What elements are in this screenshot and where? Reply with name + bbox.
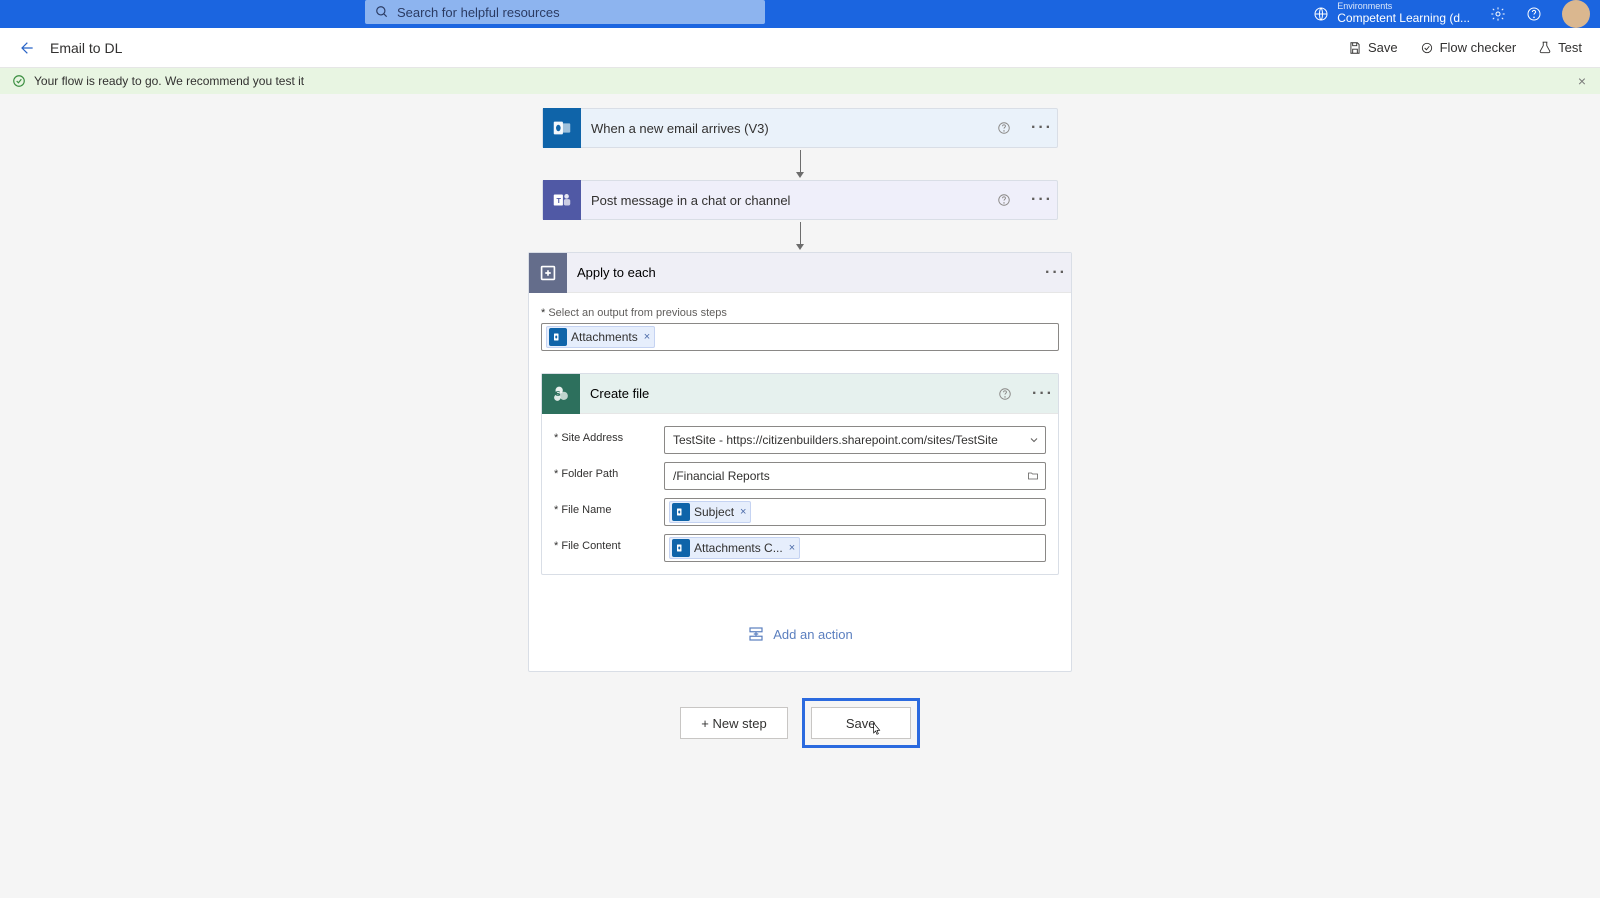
apply-to-each-container: Apply to each ··· * Select an output fro… <box>528 252 1072 672</box>
loop-icon <box>529 253 567 293</box>
trigger-step[interactable]: When a new email arrives (V3) ··· <box>542 108 1058 148</box>
outlook-icon <box>672 503 690 521</box>
status-banner: Your flow is ready to go. We recommend y… <box>0 68 1600 94</box>
chevron-down-icon[interactable] <box>1028 434 1040 446</box>
apply-header[interactable]: Apply to each ··· <box>529 253 1071 293</box>
add-action-button[interactable]: Add an action <box>541 625 1059 643</box>
step-menu-icon[interactable]: ··· <box>1027 191 1057 209</box>
create-file-action: S Create file ··· * Site Address <box>541 373 1059 575</box>
step-menu-icon[interactable]: ··· <box>1041 264 1071 282</box>
trigger-label: When a new email arrives (V3) <box>581 121 997 136</box>
test-icon <box>1538 41 1552 55</box>
help-icon[interactable] <box>1526 6 1542 22</box>
checkmark-icon <box>12 74 26 88</box>
file-name-label: * File Name <box>554 498 654 516</box>
close-icon[interactable]: × <box>1578 73 1586 89</box>
back-icon[interactable] <box>18 40 34 56</box>
search-icon <box>375 5 389 19</box>
file-content-input[interactable]: Attachments C... × <box>664 534 1046 562</box>
global-search[interactable]: Search for helpful resources <box>365 0 765 24</box>
folder-path-input[interactable] <box>664 462 1046 490</box>
dynamic-pill-attachments[interactable]: Attachments × <box>546 326 655 348</box>
new-step-button[interactable]: + New step <box>680 707 787 739</box>
svg-text:T: T <box>557 196 562 205</box>
file-name-input[interactable]: Subject × <box>664 498 1046 526</box>
step-menu-icon[interactable]: ··· <box>1027 119 1057 137</box>
save-button-top[interactable]: Save <box>1348 40 1398 55</box>
remove-pill-icon[interactable]: × <box>738 506 746 518</box>
site-address-label: * Site Address <box>554 426 654 444</box>
svg-text:S: S <box>556 388 561 397</box>
remove-pill-icon[interactable]: × <box>642 331 650 343</box>
connector-arrow <box>799 150 801 178</box>
folder-picker-icon[interactable] <box>1026 470 1040 482</box>
save-icon <box>1348 41 1362 55</box>
add-action-icon <box>747 625 765 643</box>
flow-canvas: When a new email arrives (V3) ··· T Post… <box>0 94 1600 748</box>
apply-output-input[interactable]: Attachments × <box>541 323 1059 351</box>
dynamic-pill-attachments-content[interactable]: Attachments C... × <box>669 537 800 559</box>
app-topbar: Search for helpful resources Environment… <box>0 0 1600 28</box>
teams-step[interactable]: T Post message in a chat or channel ··· <box>542 180 1058 220</box>
sharepoint-icon: S <box>542 374 580 414</box>
environment-label: Environments <box>1337 2 1470 12</box>
flow-checker-icon <box>1420 41 1434 55</box>
help-icon[interactable] <box>997 193 1027 207</box>
bottom-buttons: + New step Save <box>680 698 919 748</box>
create-file-title: Create file <box>580 386 998 401</box>
teams-icon: T <box>543 180 581 220</box>
help-icon[interactable] <box>998 387 1028 401</box>
teams-label: Post message in a chat or channel <box>581 193 997 208</box>
flow-checker-button[interactable]: Flow checker <box>1420 40 1517 55</box>
test-button[interactable]: Test <box>1538 40 1582 55</box>
environment-icon <box>1313 6 1329 22</box>
folder-path-label: * Folder Path <box>554 462 654 480</box>
page-title: Email to DL <box>50 40 122 56</box>
environment-switcher[interactable]: Environments Competent Learning (d... <box>1313 2 1470 25</box>
save-button[interactable]: Save <box>811 707 911 739</box>
help-icon[interactable] <box>997 121 1027 135</box>
outlook-icon <box>543 108 581 148</box>
outlook-icon <box>672 539 690 557</box>
site-address-input[interactable] <box>664 426 1046 454</box>
create-file-header[interactable]: S Create file ··· <box>542 374 1058 414</box>
remove-pill-icon[interactable]: × <box>787 542 795 554</box>
environment-name: Competent Learning (d... <box>1337 12 1470 25</box>
step-menu-icon[interactable]: ··· <box>1028 385 1058 403</box>
connector-arrow <box>799 222 801 250</box>
apply-title: Apply to each <box>567 265 1041 280</box>
apply-field-label: * Select an output from previous steps <box>541 307 1059 319</box>
avatar[interactable] <box>1562 0 1590 28</box>
file-content-label: * File Content <box>554 534 654 552</box>
save-highlight: Save <box>802 698 920 748</box>
page-subheader: Email to DL Save Flow checker Test <box>0 28 1600 68</box>
dynamic-pill-subject[interactable]: Subject × <box>669 501 751 523</box>
gear-icon[interactable] <box>1490 6 1506 22</box>
banner-text: Your flow is ready to go. We recommend y… <box>34 74 304 88</box>
outlook-icon <box>549 328 567 346</box>
search-placeholder: Search for helpful resources <box>397 5 560 20</box>
